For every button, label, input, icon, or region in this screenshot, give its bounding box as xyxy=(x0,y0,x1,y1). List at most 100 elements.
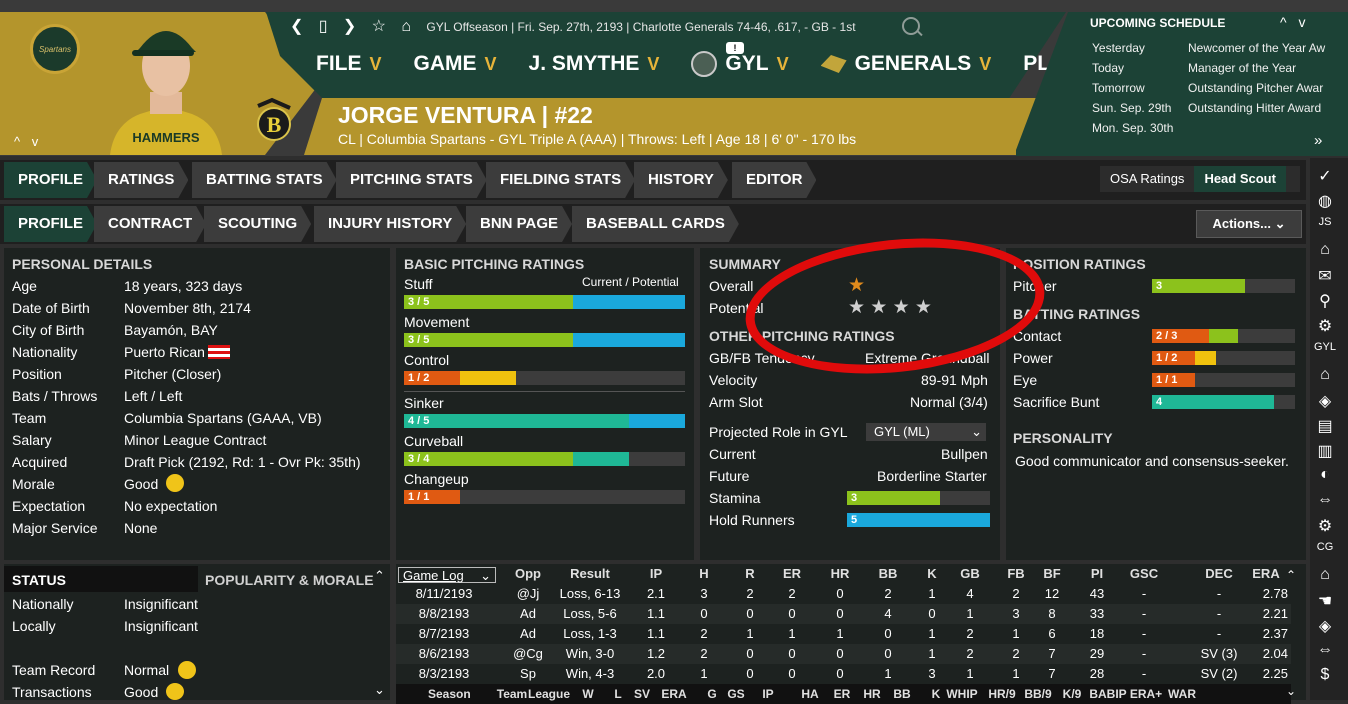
star-icon[interactable]: ☆ xyxy=(372,18,386,35)
tab-editor[interactable]: EDITOR xyxy=(732,162,816,198)
season-column-header[interactable]: WHIP xyxy=(942,684,982,704)
menu-team[interactable]: GENERALS V xyxy=(820,50,991,78)
column-header[interactable]: GSC xyxy=(1122,564,1166,584)
home-icon[interactable]: ⌂ xyxy=(401,18,411,35)
check-icon[interactable]: ✓ xyxy=(1310,166,1340,186)
globe-icon[interactable]: ◍ xyxy=(1310,191,1340,211)
season-column-header[interactable]: HR/9 xyxy=(982,684,1022,704)
game-log-cell: - xyxy=(1141,666,1147,681)
season-column-header[interactable]: Team xyxy=(492,684,532,704)
target-icon[interactable]: ◈ xyxy=(1310,616,1340,636)
season-column-header[interactable]: WAR xyxy=(1162,684,1202,704)
schedule-row[interactable]: Tomorrow Outstanding Pitcher Awar xyxy=(1092,78,1328,98)
column-header[interactable]: Opp xyxy=(502,564,554,584)
tab-profile[interactable]: PROFILE xyxy=(4,162,97,198)
column-header[interactable]: IP xyxy=(636,564,676,584)
chart-icon[interactable]: ▥ xyxy=(1310,441,1340,461)
column-header[interactable]: PI xyxy=(1072,564,1122,584)
card-icon[interactable]: ▤ xyxy=(1310,416,1340,436)
schedule-row[interactable]: Today Manager of the Year xyxy=(1092,58,1328,78)
hand-icon[interactable]: ☚ xyxy=(1310,591,1340,611)
tab-ratings[interactable]: RATINGS xyxy=(94,162,188,198)
menu-game[interactable]: GAME V xyxy=(414,50,497,78)
swap-icon[interactable]: ⇔ xyxy=(1310,641,1340,659)
column-header[interactable]: BB xyxy=(868,564,908,584)
game-log-row[interactable]: 8/7/2193 Ad Loss, 1-3 1.1 2 1 1 1 0 1 2 1 6 18- -2.37 xyxy=(396,624,1291,644)
column-header[interactable]: R xyxy=(732,564,768,584)
season-column-header[interactable]: BABIP xyxy=(1088,684,1128,704)
swap-icon[interactable]: ⇔ xyxy=(1310,491,1340,509)
column-header[interactable]: ERA xyxy=(1244,564,1288,584)
gear-icon[interactable]: ⚙ xyxy=(1310,316,1340,336)
tab-pitching-stats[interactable]: PITCHING STATS xyxy=(336,162,487,198)
gear-icon[interactable]: ⚙ xyxy=(1310,516,1340,536)
popularity-tab[interactable]: POPULARITY & MORALE xyxy=(205,572,374,588)
schedule-row[interactable]: Mon. Sep. 30th xyxy=(1092,118,1328,138)
game-log-row[interactable]: 8/11/2193 @Jj Loss, 6-13 2.1 3 2 2 0 2 1 4 2 12 43- -2… xyxy=(396,584,1291,604)
column-header[interactable]: K xyxy=(912,564,952,584)
season-column-header[interactable]: Season xyxy=(428,684,471,704)
projected-role-select[interactable]: GYL (ML) ⌄ xyxy=(866,423,986,441)
column-header[interactable]: Result xyxy=(554,564,626,584)
tab-baseball-cards[interactable]: BASEBALL CARDS xyxy=(572,206,739,242)
schedule-row[interactable]: Sun. Sep. 29th Outstanding Hitter Award xyxy=(1092,98,1328,118)
game-log-row[interactable]: 8/6/2193 @Cg Win, 3-0 1.2 2 0 0 0 0 1 2 2 7 29- SV (3)… xyxy=(396,644,1291,664)
target-icon[interactable]: ◈ xyxy=(1310,391,1340,411)
season-column-header[interactable]: K/9 xyxy=(1052,684,1092,704)
column-header[interactable]: GB xyxy=(950,564,990,584)
collapse-arrows[interactable]: ^ v xyxy=(14,134,42,149)
head-scout-option[interactable]: Head Scout xyxy=(1194,166,1286,192)
season-column-header[interactable]: IP xyxy=(748,684,788,704)
season-column-header[interactable]: ERA+ xyxy=(1126,684,1166,704)
tab-contract[interactable]: CONTRACT xyxy=(94,206,206,242)
column-header[interactable]: FB xyxy=(996,564,1036,584)
tab-scouting[interactable]: SCOUTING xyxy=(204,206,311,242)
home-icon[interactable]: ⌂ xyxy=(1310,566,1340,584)
actions-dropdown[interactable]: Actions... ⌄ xyxy=(1196,210,1302,238)
menu-manager[interactable]: J. SMYTHE V xyxy=(529,50,660,78)
game-log-row[interactable]: 8/8/2193 Ad Loss, 5-6 1.1 0 0 0 0 4 0 1 3 8 33- -2.21 xyxy=(396,604,1291,624)
tab-history[interactable]: HISTORY xyxy=(634,162,728,198)
game-log-cell: 1.1 xyxy=(646,626,666,641)
home-icon[interactable]: ⌂ xyxy=(1310,366,1340,384)
mail-icon[interactable]: ✉ xyxy=(1310,266,1340,286)
column-header[interactable]: ER xyxy=(774,564,810,584)
chevron-up-icon[interactable]: ⌃ xyxy=(374,568,385,584)
osa-ratings-option[interactable]: OSA Ratings xyxy=(1100,166,1194,192)
schedule-scroll-arrows[interactable]: ^ v xyxy=(1280,14,1309,30)
season-column-header[interactable]: League xyxy=(528,684,570,704)
chevron-down-icon[interactable]: ⌄ xyxy=(374,682,385,698)
season-column-header[interactable]: ERA xyxy=(654,684,694,704)
menu-league[interactable]: GYL V xyxy=(691,50,789,78)
schedule-row[interactable]: Yesterday Newcomer of the Year Aw xyxy=(1092,38,1328,58)
tab-bnn-page[interactable]: BNN PAGE xyxy=(466,206,572,242)
tab-batting-stats[interactable]: BATTING STATS xyxy=(192,162,337,198)
chevron-up-icon[interactable]: ⌃ xyxy=(1286,568,1296,582)
tabs-secondary: PROFILE CONTRACT SCOUTING INJURY HISTORY… xyxy=(0,204,1306,244)
home-icon[interactable]: ⌂ xyxy=(1310,241,1340,259)
team-logo[interactable]: Spartans xyxy=(30,24,80,74)
search-icon[interactable] xyxy=(902,17,920,35)
column-header[interactable]: BF xyxy=(1032,564,1072,584)
back-arrow-icon[interactable]: ❮ xyxy=(290,18,303,35)
page-icon[interactable]: ▯ xyxy=(319,18,328,35)
notification-badge[interactable]: ! xyxy=(726,42,744,54)
dollar-icon[interactable]: $ xyxy=(1310,666,1340,684)
forward-arrow-icon[interactable]: ❯ xyxy=(343,18,356,35)
ball-icon[interactable]: ◐ xyxy=(1310,466,1340,484)
tab-sub-profile[interactable]: PROFILE xyxy=(4,206,97,242)
pitch-rating-name: Control xyxy=(404,352,450,368)
column-header[interactable]: H xyxy=(686,564,722,584)
tab-injury-history[interactable]: INJURY HISTORY xyxy=(314,206,466,242)
chevron-down-icon: V xyxy=(647,53,660,74)
chevron-down-icon[interactable]: ⌄ xyxy=(1286,684,1296,698)
status-nationally-value: Insignificant xyxy=(124,596,198,612)
search-icon[interactable]: ⚲ xyxy=(1310,291,1340,311)
game-log-row[interactable]: 8/3/2193 Sp Win, 4-3 2.0 1 0 0 0 1 3 1 1 7 28- SV (2) 2… xyxy=(396,664,1291,684)
hold-runners-bar-fill xyxy=(847,513,990,527)
menu-file[interactable]: FILE V xyxy=(316,50,382,78)
tab-fielding-stats[interactable]: FIELDING STATS xyxy=(486,162,635,198)
column-header[interactable]: HR xyxy=(822,564,858,584)
game-log-cell: Win, 3-0 xyxy=(565,646,615,661)
schedule-more-icon[interactable]: » xyxy=(1314,132,1322,149)
